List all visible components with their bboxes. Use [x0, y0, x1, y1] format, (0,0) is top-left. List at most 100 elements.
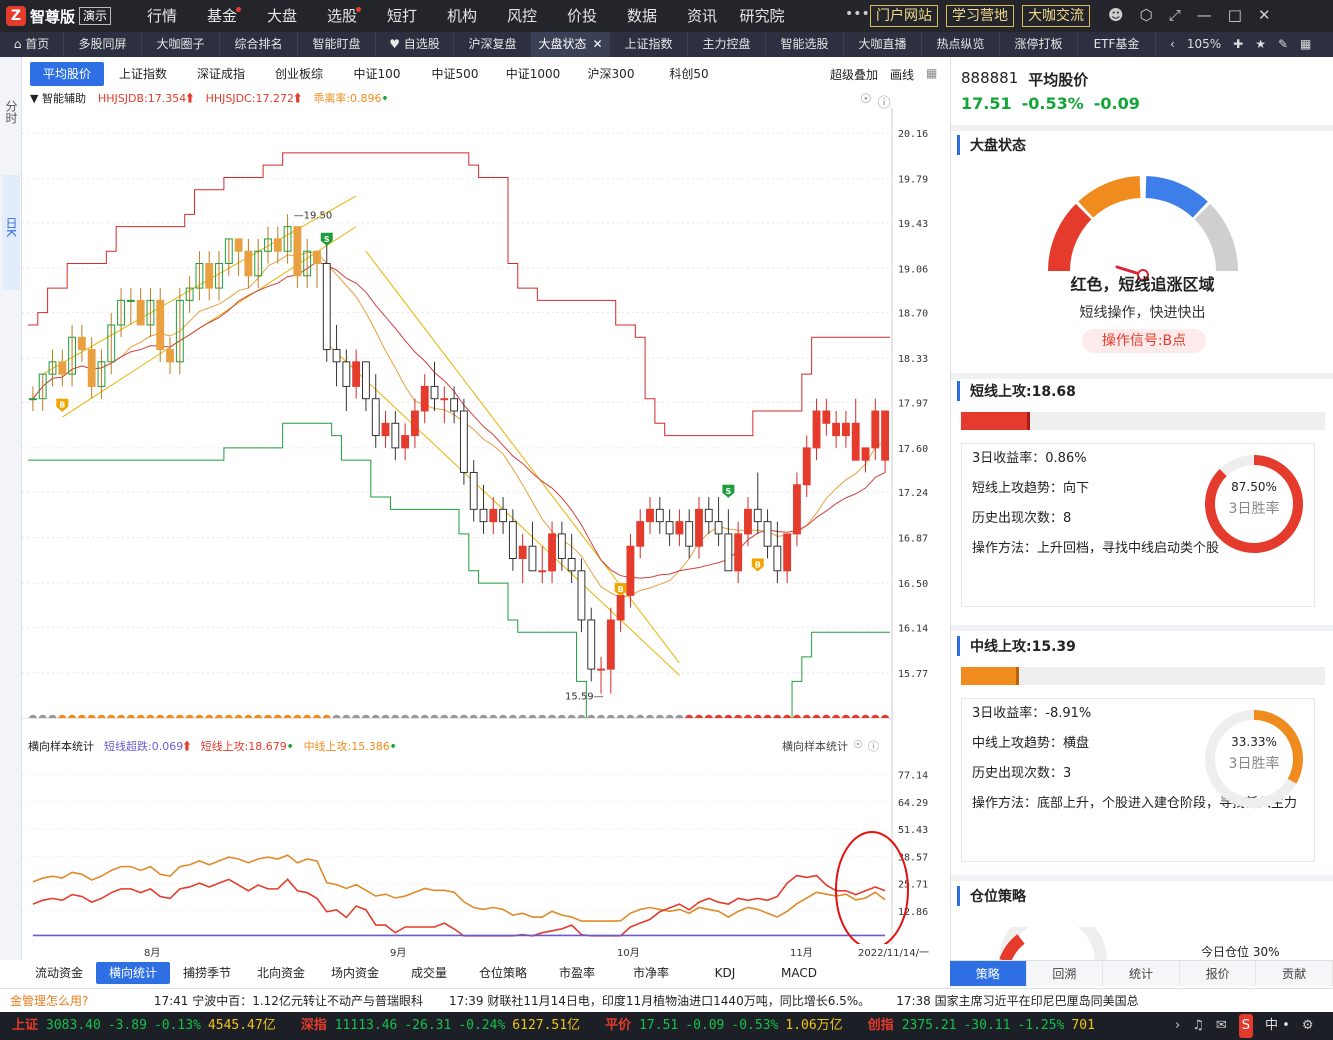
svg-text:B: B [755, 561, 761, 570]
overlay-button[interactable]: 超级叠加 [830, 66, 878, 83]
bottom-tab-4[interactable]: 场内资金 [318, 962, 392, 984]
mail-icon[interactable]: ✉ [1216, 1014, 1227, 1038]
candle [195, 251, 204, 301]
status-index-0[interactable]: 上证 3083.40 -3.89 -0.13% 4545.47亿 [12, 1018, 283, 1033]
tab-13[interactable]: 涨停打板 [1000, 32, 1078, 57]
tab-4[interactable]: 智能盯盘 [298, 32, 376, 57]
top-button-1[interactable]: 学习营地 [946, 5, 1014, 27]
top-menu-item-8[interactable]: 数据 [612, 0, 672, 32]
bottom-tab-7[interactable]: 市盈率 [540, 962, 614, 984]
tab-daily-k[interactable]: 日K [2, 175, 20, 290]
top-menu-item-1[interactable]: 基金 [192, 0, 252, 32]
top-menu-item-3[interactable]: 选股 [312, 0, 372, 32]
tab-14[interactable]: ETF基金 [1078, 32, 1156, 57]
bell-icon[interactable]: ♫ [1192, 1014, 1204, 1038]
more-icon[interactable]: ••• [845, 6, 870, 22]
bottom-tab-1[interactable]: 横向统计 [96, 962, 170, 984]
zoom-level[interactable]: 105% [1187, 32, 1221, 57]
top-menu-item-9[interactable]: 资讯 [672, 0, 732, 32]
close-icon[interactable]: ✕ [592, 37, 602, 51]
tab-5[interactable]: ♥ 自选股 [376, 32, 454, 57]
chevron-right-icon[interactable]: › [1175, 1014, 1180, 1038]
right-tab-0[interactable]: 策略 [950, 961, 1027, 986]
draw-line-button[interactable]: 画线 [890, 66, 914, 83]
top-menu-item-10[interactable]: 研究院 [732, 0, 792, 32]
tab-11[interactable]: 大咖直播 [844, 32, 922, 57]
index-tab-4[interactable]: 中证100 [338, 62, 416, 86]
star-icon[interactable]: ★ [1255, 32, 1266, 57]
news-item[interactable]: 17:39 财联社11月14日电，印度11月植物油进口1440万吨，同比增长6.… [449, 994, 870, 1008]
help-link[interactable]: 金管理怎么用? [0, 989, 150, 1012]
index-tab-3[interactable]: 创业板综 [260, 62, 338, 86]
shrink-icon[interactable]: ⤢ [1169, 6, 1181, 24]
top-button-0[interactable]: 门户网站 [870, 5, 938, 27]
gear-icon[interactable]: ⚙ [1302, 1014, 1314, 1038]
top-button-2[interactable]: 大咖交流 [1022, 5, 1090, 27]
news-item[interactable]: 17:41 宁波中百：1.12亿元转让不动产与普瑞眼科 [154, 994, 423, 1008]
demo-badge[interactable]: 演示 [79, 7, 112, 25]
top-menu-item-7[interactable]: 价投 [552, 0, 612, 32]
buy-signal-icon: B [751, 558, 764, 572]
index-tab-0[interactable]: 平均股价 [30, 62, 104, 86]
tab-7[interactable]: 大盘状态 ✕ [532, 32, 610, 57]
bottom-tab-2[interactable]: 捕捞季节 [170, 962, 244, 984]
close-icon[interactable]: ✕ [1258, 6, 1271, 24]
bottom-tab-0[interactable]: 流动资金 [22, 962, 96, 984]
index-tab-6[interactable]: 中证1000 [494, 62, 572, 86]
mid-win-rate-label: 3日胜率 [1228, 756, 1280, 772]
tab-1[interactable]: 多股同屏 [64, 32, 142, 57]
lang-icon[interactable]: 中 • [1265, 1014, 1290, 1038]
plus-icon[interactable]: ✚ [1233, 32, 1243, 57]
tab-2[interactable]: 大咖圈子 [142, 32, 220, 57]
bottom-tab-5[interactable]: 成交量 [392, 962, 466, 984]
tab-0[interactable]: ⌂ 首页 [0, 32, 64, 57]
pen-icon[interactable]: ✎ [1278, 32, 1288, 57]
tab-12[interactable]: 热点纵览 [922, 32, 1000, 57]
index-tab-8[interactable]: 科创50 [650, 62, 728, 86]
minimize-icon[interactable]: — [1197, 6, 1212, 24]
tab-9[interactable]: 主力控盘 [688, 32, 766, 57]
tab-8[interactable]: 上证指数 [610, 32, 688, 57]
bottom-tab-9[interactable]: KDJ [688, 962, 762, 984]
bottom-tab-8[interactable]: 市净率 [614, 962, 688, 984]
hhjsjdc-value: HHJSJDC:17.272🠱 [206, 92, 302, 106]
right-tab-2[interactable]: 统计 [1103, 961, 1180, 986]
candlestick-chart[interactable]: 20.16 19.79 19.43 19.06 18.70 18.33 17.97 17.60… [22, 108, 948, 718]
sub-indicator-chart[interactable]: 77.1464.2951.4338.5725.7112.868月 9月 10月 11月… [22, 718, 948, 960]
candle [841, 411, 850, 448]
top-menu-item-0[interactable]: 行情 [132, 0, 192, 32]
sub-y-tick-label: 51.43 [898, 825, 928, 836]
news-item[interactable]: 17:38 国家主席习近平在印尼巴厘岛同美国总 [896, 994, 1138, 1008]
bottom-tab-6[interactable]: 仓位策略 [466, 962, 540, 984]
assist-dropdown[interactable]: ▼ 智能辅助 [30, 92, 86, 106]
bottom-tab-10[interactable]: MACD [762, 962, 836, 984]
index-tab-5[interactable]: 中证500 [416, 62, 494, 86]
top-menu-item-4[interactable]: 短打 [372, 0, 432, 32]
tab-intraday[interactable]: 分时 [2, 100, 20, 140]
right-tab-1[interactable]: 回溯 [1026, 961, 1104, 986]
top-menu-item-2[interactable]: 大盘 [252, 0, 312, 32]
input-method-icon[interactable]: S [1238, 1014, 1254, 1038]
layout-icon[interactable]: ▦ [1300, 32, 1311, 57]
sub-y-tick-label: 64.29 [898, 798, 928, 809]
status-index-2[interactable]: 平价 17.51 -0.09 -0.53% 1.06万亿 [605, 1018, 850, 1033]
index-tab-7[interactable]: 沪深300 [572, 62, 650, 86]
chevron-left-icon[interactable]: ‹ [1170, 32, 1175, 57]
index-tab-1[interactable]: 上证指数 [104, 62, 182, 86]
status-index-3[interactable]: 创指 2375.21 -30.11 -1.25% 701 [868, 1018, 1102, 1033]
status-index-1[interactable]: 深指 11113.46 -26.31 -0.24% 6127.51亿 [301, 1018, 587, 1033]
top-menu-item-5[interactable]: 机构 [432, 0, 492, 32]
settings-icon[interactable]: ⬡ [1140, 6, 1153, 24]
tab-3[interactable]: 综合排名 [220, 32, 298, 57]
tab-6[interactable]: 沪深复盘 [454, 32, 532, 57]
user-icon[interactable]: ☻ [1108, 6, 1124, 24]
right-tab-4[interactable]: 贡献 [1256, 961, 1333, 986]
bottom-tab-3[interactable]: 北向资金 [244, 962, 318, 984]
bottom-tabs: 流动资金 横向统计 捕捞季节 北向资金 场内资金 成交量 仓位策略 市盈率 市净率 KDJ MACD [22, 962, 836, 984]
index-tab-2[interactable]: 深证成指 [182, 62, 260, 86]
right-tab-3[interactable]: 报价 [1179, 961, 1257, 986]
grid-icon[interactable]: ▦ [926, 66, 937, 83]
top-menu-item-6[interactable]: 风控 [492, 0, 552, 32]
tab-10[interactable]: 智能选股 [766, 32, 844, 57]
maximize-icon[interactable]: □ [1228, 6, 1242, 24]
